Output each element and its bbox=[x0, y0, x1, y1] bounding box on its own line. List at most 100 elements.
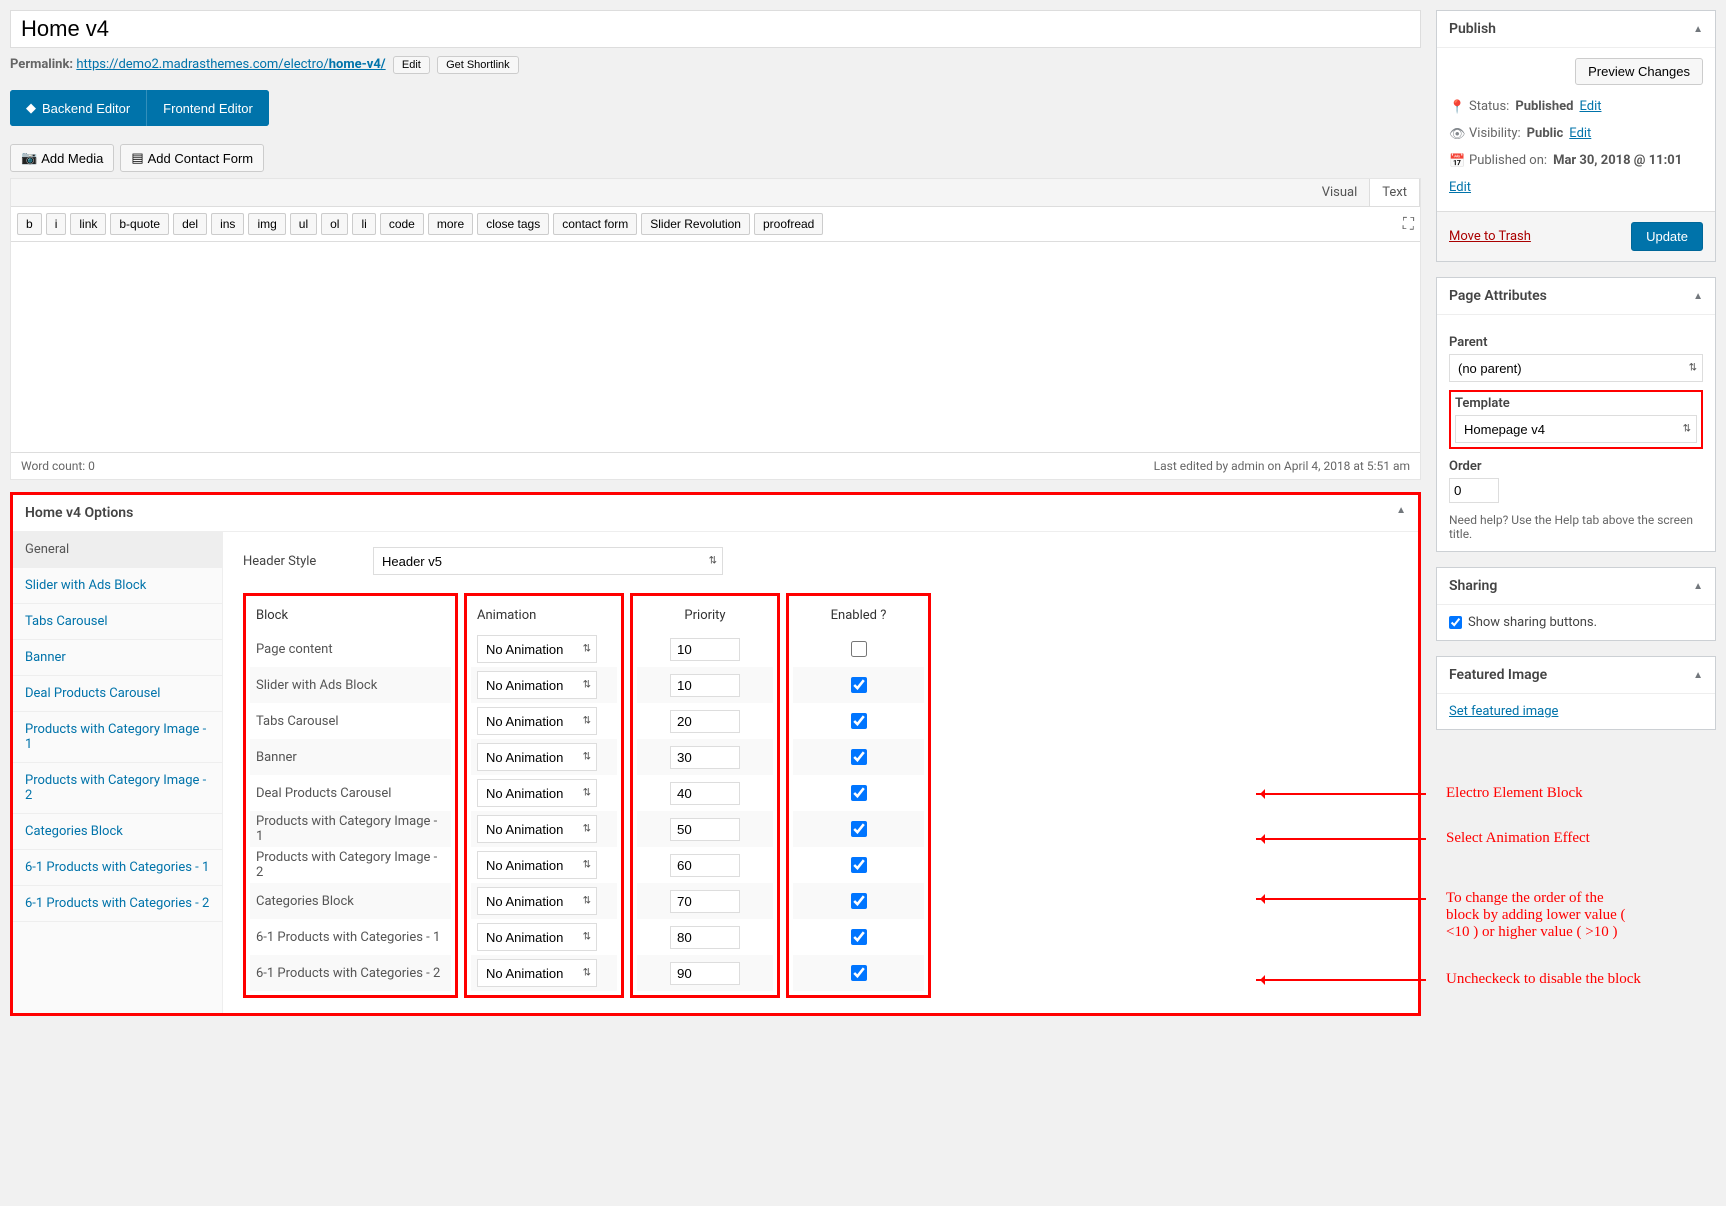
animation-select[interactable]: No Animation bbox=[477, 671, 597, 699]
enabled-checkbox[interactable] bbox=[851, 857, 867, 873]
quicktag-i[interactable]: i bbox=[46, 213, 67, 235]
options-tab-banner[interactable]: Banner bbox=[13, 640, 222, 676]
template-select[interactable]: Homepage v4 bbox=[1455, 415, 1697, 443]
quicktag-ins[interactable]: ins bbox=[211, 213, 244, 235]
quicktag-more[interactable]: more bbox=[428, 213, 473, 235]
status-edit-link[interactable]: Edit bbox=[1579, 99, 1601, 114]
word-count: Word count: 0 bbox=[21, 459, 95, 473]
animation-select[interactable]: No Animation bbox=[477, 923, 597, 951]
collapse-icon[interactable]: ▲ bbox=[1693, 670, 1703, 681]
options-tab-products-with-category-image-2[interactable]: Products with Category Image - 2 bbox=[13, 763, 222, 814]
options-tab-6-1-products-with-categories-2[interactable]: 6-1 Products with Categories - 2 bbox=[13, 886, 222, 922]
animation-select[interactable]: No Animation bbox=[477, 887, 597, 915]
collapse-icon[interactable]: ▲ bbox=[1693, 581, 1703, 592]
quicktag-proofread[interactable]: proofread bbox=[754, 213, 823, 235]
permalink-edit-button[interactable]: Edit bbox=[393, 56, 430, 74]
quicktag-li[interactable]: li bbox=[352, 213, 375, 235]
published-edit-link[interactable]: Edit bbox=[1449, 180, 1471, 195]
options-tab-tabs-carousel[interactable]: Tabs Carousel bbox=[13, 604, 222, 640]
add-contact-form-button[interactable]: ▤Add Contact Form bbox=[120, 144, 264, 172]
order-label: Order bbox=[1449, 459, 1703, 474]
enabled-checkbox[interactable] bbox=[851, 785, 867, 801]
backend-editor-button[interactable]: ◆Backend Editor bbox=[10, 90, 147, 126]
enabled-checkbox[interactable] bbox=[851, 749, 867, 765]
blocks-column-priority: Priority bbox=[630, 593, 780, 998]
header-style-select[interactable]: Header v5 bbox=[373, 547, 723, 575]
arrow-icon bbox=[1256, 838, 1426, 840]
priority-input[interactable] bbox=[670, 962, 740, 985]
move-to-trash-link[interactable]: Move to Trash bbox=[1449, 229, 1531, 244]
add-media-button[interactable]: 📷Add Media bbox=[10, 144, 114, 172]
priority-input[interactable] bbox=[670, 746, 740, 769]
quicktag-img[interactable]: img bbox=[248, 213, 285, 235]
block-row: No Animation⇅ bbox=[471, 811, 617, 847]
animation-select[interactable]: No Animation bbox=[477, 959, 597, 987]
options-tab-categories-block[interactable]: Categories Block bbox=[13, 814, 222, 850]
enabled-checkbox[interactable] bbox=[851, 821, 867, 837]
priority-input[interactable] bbox=[670, 782, 740, 805]
enabled-checkbox[interactable] bbox=[851, 965, 867, 981]
update-button[interactable]: Update bbox=[1631, 222, 1703, 251]
content-textarea[interactable] bbox=[11, 242, 1420, 452]
enabled-checkbox[interactable] bbox=[851, 677, 867, 693]
get-shortlink-button[interactable]: Get Shortlink bbox=[437, 56, 519, 74]
set-featured-image-link[interactable]: Set featured image bbox=[1449, 704, 1558, 719]
editor-mode-switcher: ◆Backend Editor Frontend Editor bbox=[10, 90, 269, 126]
priority-input[interactable] bbox=[670, 854, 740, 877]
enabled-checkbox[interactable] bbox=[851, 929, 867, 945]
priority-input[interactable] bbox=[670, 638, 740, 661]
featured-image-box: Featured Image▲ Set featured image bbox=[1436, 656, 1716, 730]
text-tab[interactable]: Text bbox=[1369, 179, 1420, 206]
priority-input[interactable] bbox=[670, 674, 740, 697]
quicktag-ol[interactable]: ol bbox=[321, 213, 348, 235]
frontend-editor-button[interactable]: Frontend Editor bbox=[147, 90, 269, 126]
quicktag-ul[interactable]: ul bbox=[290, 213, 317, 235]
quicktag-close-tags[interactable]: close tags bbox=[477, 213, 549, 235]
options-tab-general[interactable]: General bbox=[13, 532, 222, 568]
order-input[interactable] bbox=[1449, 478, 1499, 503]
visual-tab[interactable]: Visual bbox=[1310, 179, 1370, 206]
preview-changes-button[interactable]: Preview Changes bbox=[1575, 58, 1703, 85]
last-edited: Last edited by admin on April 4, 2018 at… bbox=[1154, 459, 1410, 473]
animation-select[interactable]: No Animation bbox=[477, 635, 597, 663]
quicktag-Slider-Revolution[interactable]: Slider Revolution bbox=[641, 213, 750, 235]
animation-select[interactable]: No Animation bbox=[477, 851, 597, 879]
enabled-checkbox[interactable] bbox=[851, 893, 867, 909]
priority-input[interactable] bbox=[670, 710, 740, 733]
options-tab-products-with-category-image-1[interactable]: Products with Category Image - 1 bbox=[13, 712, 222, 763]
visibility-edit-link[interactable]: Edit bbox=[1569, 126, 1591, 141]
enabled-checkbox[interactable] bbox=[851, 713, 867, 729]
quicktag-b-quote[interactable]: b-quote bbox=[110, 213, 169, 235]
options-tab-slider-with-ads-block[interactable]: Slider with Ads Block bbox=[13, 568, 222, 604]
collapse-icon[interactable]: ▲ bbox=[1396, 505, 1406, 521]
quicktag-contact-form[interactable]: contact form bbox=[553, 213, 637, 235]
show-sharing-checkbox[interactable] bbox=[1449, 616, 1462, 629]
animation-select[interactable]: No Animation bbox=[477, 779, 597, 807]
collapse-icon[interactable]: ▲ bbox=[1693, 291, 1703, 302]
animation-select[interactable]: No Animation bbox=[477, 743, 597, 771]
priority-input[interactable] bbox=[670, 818, 740, 841]
block-row: No Animation⇅ bbox=[471, 919, 617, 955]
enabled-checkbox[interactable] bbox=[851, 641, 867, 657]
priority-input[interactable] bbox=[670, 890, 740, 913]
animation-select[interactable]: No Animation bbox=[477, 707, 597, 735]
permalink-link[interactable]: https://demo2.madrasthemes.com/electro/h… bbox=[76, 57, 385, 72]
parent-select[interactable]: (no parent) bbox=[1449, 354, 1703, 382]
block-row bbox=[793, 631, 924, 667]
options-tab-6-1-products-with-categories-1[interactable]: 6-1 Products with Categories - 1 bbox=[13, 850, 222, 886]
collapse-icon[interactable]: ▲ bbox=[1693, 24, 1703, 35]
quicktag-link[interactable]: link bbox=[70, 213, 106, 235]
priority-input[interactable] bbox=[670, 926, 740, 949]
quicktag-code[interactable]: code bbox=[380, 213, 424, 235]
block-row bbox=[637, 631, 773, 667]
expand-icon[interactable]: ⛶ bbox=[1403, 214, 1414, 234]
quicktag-del[interactable]: del bbox=[173, 213, 207, 235]
quicktag-b[interactable]: b bbox=[17, 213, 42, 235]
options-tab-deal-products-carousel[interactable]: Deal Products Carousel bbox=[13, 676, 222, 712]
animation-select[interactable]: No Animation bbox=[477, 815, 597, 843]
block-row: No Animation⇅ bbox=[471, 703, 617, 739]
block-row bbox=[793, 667, 924, 703]
page-title-input[interactable] bbox=[10, 10, 1421, 48]
show-sharing-checkbox-label[interactable]: Show sharing buttons. bbox=[1449, 615, 1703, 630]
column-header: Priority bbox=[637, 600, 773, 631]
